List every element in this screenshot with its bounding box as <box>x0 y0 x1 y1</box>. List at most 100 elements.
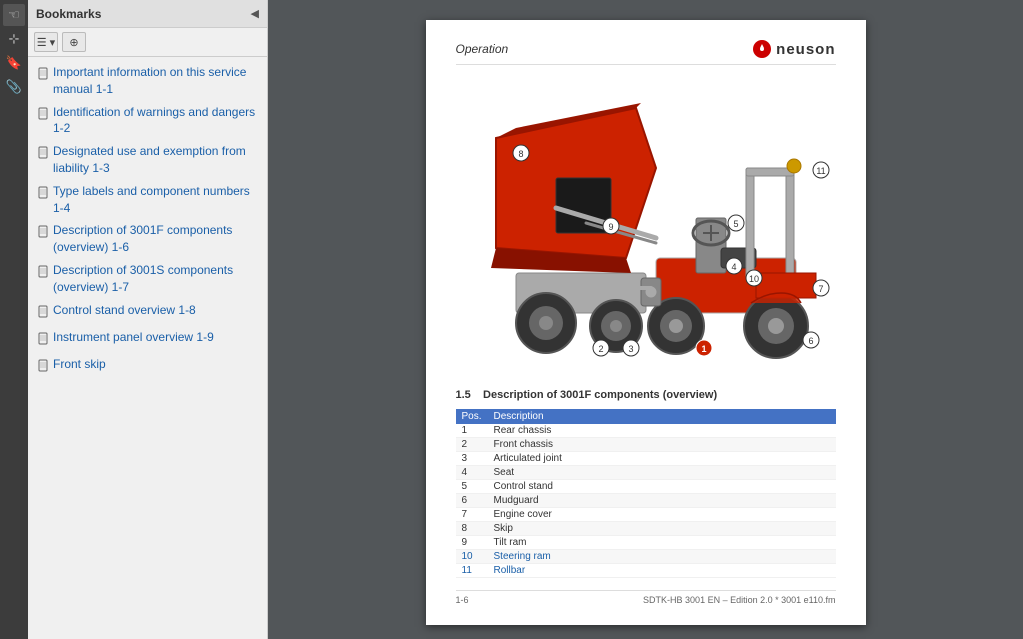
document-page: Operation neuson <box>426 20 866 625</box>
svg-text:11: 11 <box>816 166 825 176</box>
bookmark-item[interactable]: Type labels and component numbers 1-4 <box>28 180 267 220</box>
table-row: 2 Front chassis <box>456 438 836 452</box>
table-row: 4 Seat <box>456 466 836 480</box>
toolbar-select-icon[interactable]: ⊹ <box>3 28 25 50</box>
document-area[interactable]: Operation neuson <box>268 0 1023 639</box>
bookmark-label: Description of 3001S components (overvie… <box>53 262 259 296</box>
svg-text:10: 10 <box>748 274 758 284</box>
bookmark-page-icon <box>38 357 48 377</box>
table-cell-desc: Steering ram <box>488 550 836 564</box>
bookmark-item[interactable]: Instrument panel overview 1-9 <box>28 326 267 353</box>
toolbar-attachment-icon[interactable]: 📎 <box>3 76 25 98</box>
svg-text:4: 4 <box>731 262 736 272</box>
bookmark-item[interactable]: Identification of warnings and dangers 1… <box>28 101 267 141</box>
table-row: 8 Skip <box>456 522 836 536</box>
left-toolbar: ☜ ⊹ 🔖 📎 <box>0 0 28 639</box>
bookmark-label: Identification of warnings and dangers 1… <box>53 104 259 138</box>
neuson-logo-icon <box>753 40 771 58</box>
table-cell-desc: Articulated joint <box>488 452 836 466</box>
table-cell-desc: Rear chassis <box>488 424 836 438</box>
bookmark-page-icon <box>38 65 48 85</box>
table-row: 9 Tilt ram <box>456 536 836 550</box>
bookmark-label: Front skip <box>53 356 106 373</box>
bookmark-page-icon <box>38 223 48 243</box>
bookmark-item[interactable]: Important information on this service ma… <box>28 61 267 101</box>
bookmarks-title: Bookmarks <box>36 7 101 21</box>
bookmark-label: Important information on this service ma… <box>53 64 259 98</box>
bookmarks-toolbar: ☰ ▾ ⊕ <box>28 28 267 57</box>
table-cell-desc: Skip <box>488 522 836 536</box>
svg-text:9: 9 <box>608 222 613 232</box>
table-row: 6 Mudguard <box>456 494 836 508</box>
table-header-desc: Description <box>488 409 836 424</box>
svg-text:8: 8 <box>518 149 523 159</box>
table-cell-desc: Engine cover <box>488 508 836 522</box>
table-row: 10 Steering ram <box>456 550 836 564</box>
table-row: 5 Control stand <box>456 480 836 494</box>
table-cell-desc: Seat <box>488 466 836 480</box>
bookmark-item[interactable]: Description of 3001S components (overvie… <box>28 259 267 299</box>
bookmark-item[interactable]: Description of 3001F components (overvie… <box>28 219 267 259</box>
section-number: 1.5 <box>456 389 471 401</box>
page-logo: neuson <box>753 40 835 58</box>
toolbar-hand-icon[interactable]: ☜ <box>3 4 25 26</box>
table-header-pos: Pos. <box>456 409 488 424</box>
bookmark-page-icon <box>38 105 48 125</box>
bookmark-item[interactable]: Designated use and exemption from liabil… <box>28 140 267 180</box>
bookmarks-add-btn[interactable]: ⊕ <box>62 32 86 52</box>
bookmark-page-icon <box>38 263 48 283</box>
bookmarks-panel: Bookmarks ◀ ☰ ▾ ⊕ Important information … <box>28 0 268 639</box>
bookmark-item[interactable]: Front skip <box>28 353 267 380</box>
table-row: 1 Rear chassis <box>456 424 836 438</box>
bookmarks-list[interactable]: Important information on this service ma… <box>28 57 267 639</box>
table-cell-desc: Tilt ram <box>488 536 836 550</box>
machine-illustration: 1 2 3 4 5 6 7 8 <box>456 75 836 375</box>
page-footer: 1-6 SDTK-HB 3001 EN – Edition 2.0 * 3001… <box>456 590 836 605</box>
section-heading: 1.5 Description of 3001F components (ove… <box>456 389 836 401</box>
doc-ref: SDTK-HB 3001 EN – Edition 2.0 * 3001 e11… <box>643 595 835 605</box>
svg-text:7: 7 <box>818 284 823 294</box>
toolbar-bookmark-icon[interactable]: 🔖 <box>3 52 25 74</box>
table-cell-desc: Control stand <box>488 480 836 494</box>
page-section-title: Operation <box>456 42 509 56</box>
table-cell-desc: Mudguard <box>488 494 836 508</box>
table-cell-desc: Rollbar <box>488 564 836 578</box>
bookmarks-view-btn[interactable]: ☰ ▾ <box>34 32 58 52</box>
svg-text:1: 1 <box>701 344 706 354</box>
table-row: 3 Articulated joint <box>456 452 836 466</box>
bookmark-page-icon <box>38 330 48 350</box>
table-row: 7 Engine cover <box>456 508 836 522</box>
machine-svg: 1 2 3 4 5 6 7 8 <box>456 78 836 373</box>
table-cell-pos: 1 <box>456 424 488 438</box>
bookmark-item[interactable]: Control stand overview 1-8 <box>28 299 267 326</box>
bookmark-page-icon <box>38 144 48 164</box>
svg-text:3: 3 <box>628 344 633 354</box>
svg-text:6: 6 <box>808 336 813 346</box>
bookmark-label: Description of 3001F components (overvie… <box>53 222 259 256</box>
bookmark-label: Instrument panel overview 1-9 <box>53 329 214 346</box>
bookmarks-header: Bookmarks ◀ <box>28 0 267 28</box>
table-cell-pos: 4 <box>456 466 488 480</box>
table-row: 11 Rollbar <box>456 564 836 578</box>
table-cell-pos: 6 <box>456 494 488 508</box>
table-cell-pos: 3 <box>456 452 488 466</box>
table-cell-pos: 2 <box>456 438 488 452</box>
table-cell-pos: 8 <box>456 522 488 536</box>
table-cell-pos: 10 <box>456 550 488 564</box>
table-cell-desc: Front chassis <box>488 438 836 452</box>
table-cell-pos: 5 <box>456 480 488 494</box>
table-cell-pos: 7 <box>456 508 488 522</box>
bookmark-page-icon <box>38 303 48 323</box>
bookmark-label: Type labels and component numbers 1-4 <box>53 183 259 217</box>
bookmark-page-icon <box>38 184 48 204</box>
svg-text:2: 2 <box>598 344 603 354</box>
page-header: Operation neuson <box>456 40 836 65</box>
panel-close-icon[interactable]: ◀ <box>251 7 259 20</box>
table-cell-pos: 11 <box>456 564 488 578</box>
neuson-logo-text: neuson <box>776 41 835 58</box>
section-title-text: Description of 3001F components (overvie… <box>483 389 717 401</box>
page-number: 1-6 <box>456 595 469 605</box>
table-cell-pos: 9 <box>456 536 488 550</box>
bookmark-label: Designated use and exemption from liabil… <box>53 143 259 177</box>
svg-text:5: 5 <box>733 219 738 229</box>
